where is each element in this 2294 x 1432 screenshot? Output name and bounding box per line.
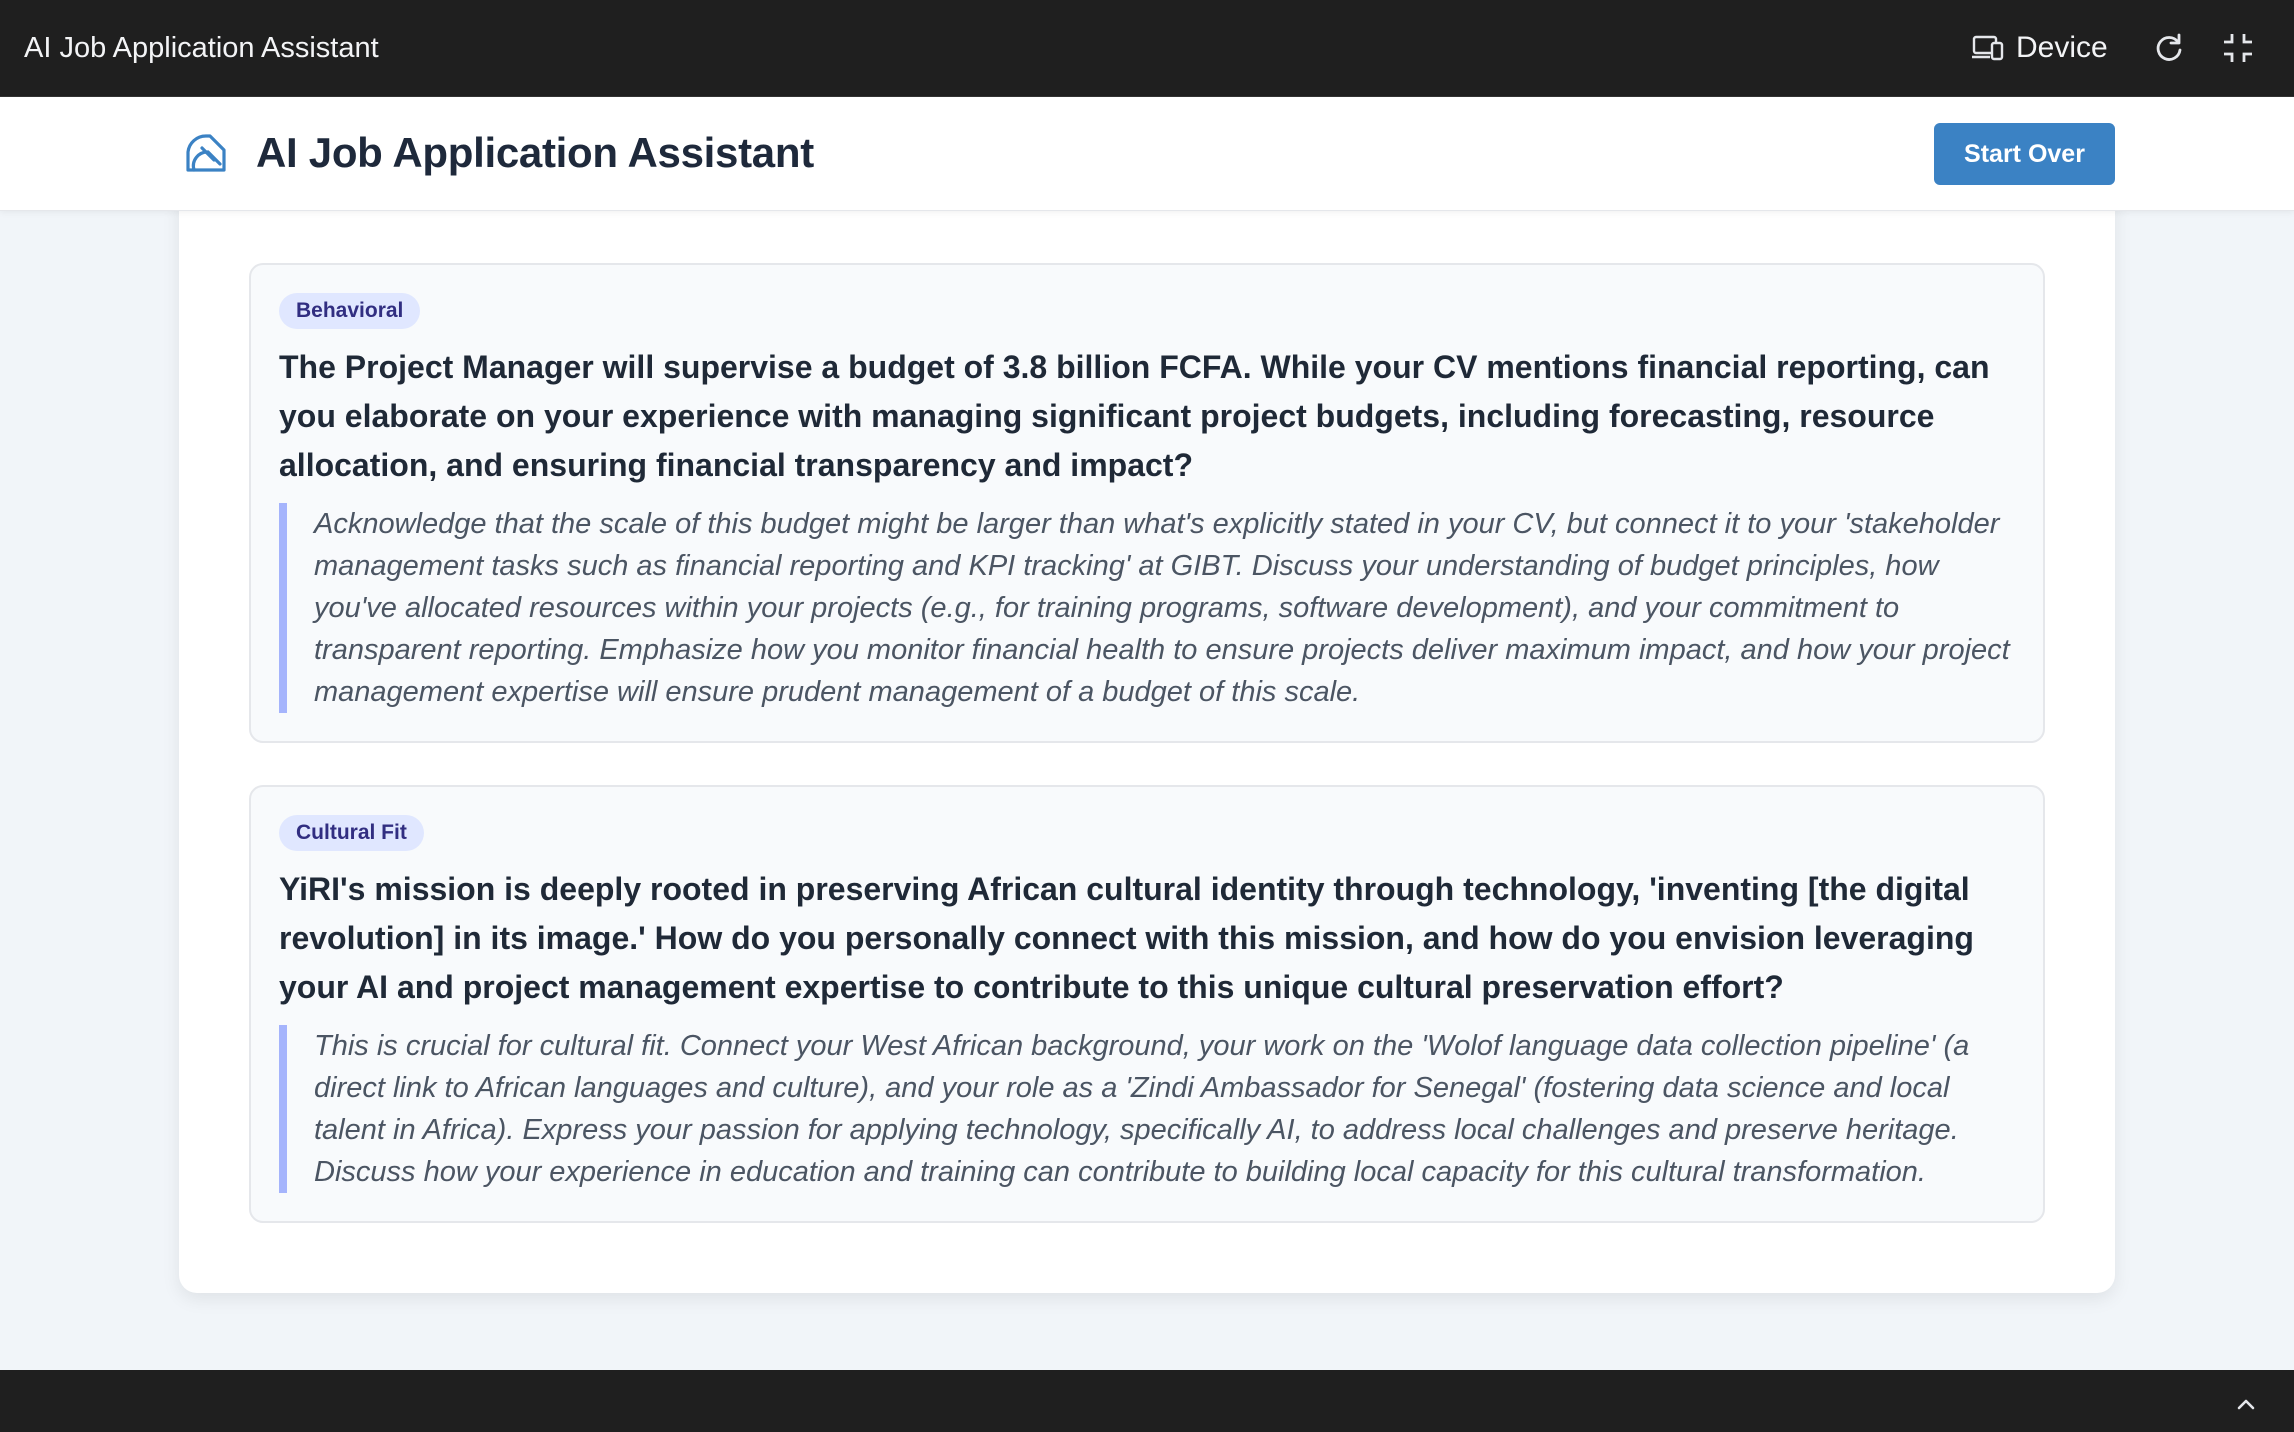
answer-guidance: Acknowledge that the scale of this budge… [279, 503, 2024, 713]
bottom-bar [0, 1370, 2294, 1432]
window-titlebar: AI Job Application Assistant Device [0, 0, 2294, 97]
question-text: The Project Manager will supervise a bud… [279, 349, 1990, 483]
question-card: Behavioral The Project Manager will supe… [249, 263, 2045, 743]
device-button[interactable]: Device [1972, 28, 2108, 68]
logo-icon [182, 130, 230, 178]
chevron-up-icon[interactable] [2232, 1390, 2260, 1418]
question-category-badge: Cultural Fit [279, 815, 424, 851]
refresh-icon[interactable] [2151, 30, 2187, 66]
collapse-icon[interactable] [2220, 30, 2256, 66]
window-title: AI Job Application Assistant [24, 32, 379, 64]
page-title: AI Job Application Assistant [256, 129, 814, 176]
question-text: YiRI's mission is deeply rooted in prese… [279, 871, 1974, 1005]
results-panel: Behavioral The Project Manager will supe… [179, 130, 2115, 1293]
question-card: Cultural Fit YiRI's mission is deeply ro… [249, 785, 2045, 1223]
device-icon [1972, 34, 2004, 62]
question-category-badge: Behavioral [279, 293, 421, 329]
device-label: Device [2016, 31, 2108, 64]
app-header: AI Job Application Assistant Start Over [0, 97, 2294, 211]
start-over-button[interactable]: Start Over [1934, 123, 2115, 185]
answer-guidance: This is crucial for cultural fit. Connec… [279, 1025, 2024, 1193]
